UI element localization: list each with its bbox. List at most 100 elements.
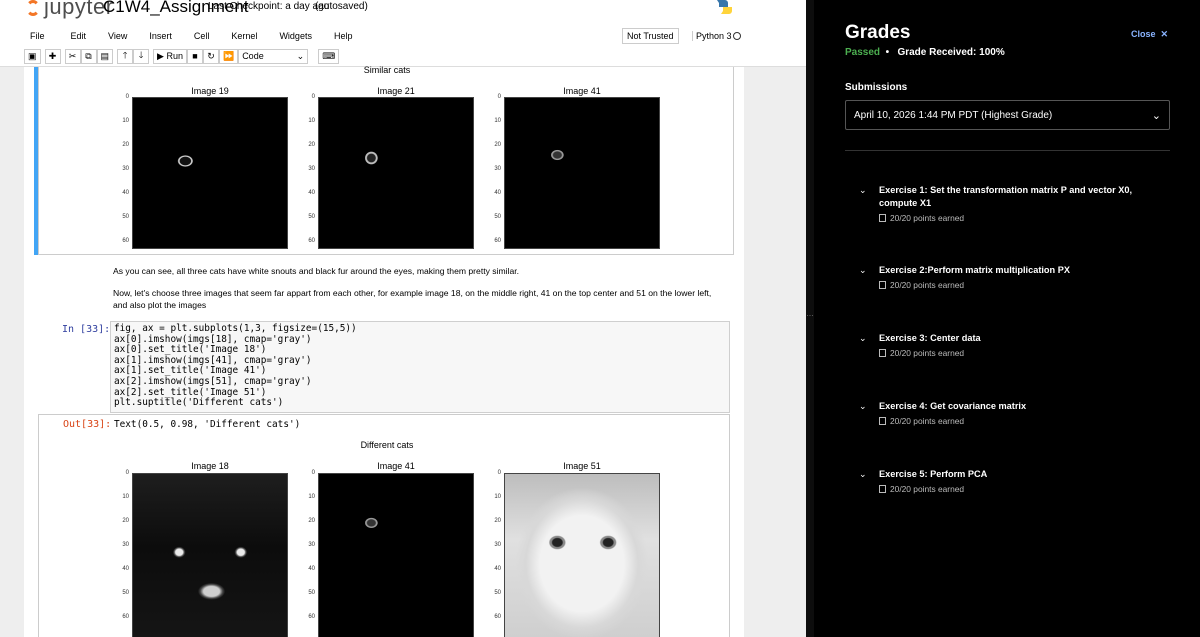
document-icon <box>879 485 886 493</box>
cell-type-select[interactable]: Code ⌄ <box>238 48 309 64</box>
y-tick: 60 <box>494 614 501 620</box>
markdown-paragraph: As you can see, all three cats have whit… <box>113 266 520 276</box>
jupyter-notebook-pane: jupyter C1W4_Assignment Last Checkpoint:… <box>0 0 806 637</box>
kernel-idle-icon <box>733 32 741 40</box>
submissions-heading: Submissions <box>845 82 908 93</box>
y-tick: 20 <box>122 518 129 524</box>
chevron-down-icon: ⌄ <box>859 333 867 343</box>
exercise-points: 20/20 points earned <box>879 213 964 223</box>
exercise-title: Exercise 2:Perform matrix multiplication… <box>879 265 1070 275</box>
save-button[interactable]: ▣ <box>24 48 41 64</box>
y-tick: 10 <box>308 494 315 500</box>
grade-status: Passed • Grade Received: 100% <box>845 47 1005 58</box>
restart-icon: ↻ <box>207 50 215 61</box>
move-up-button[interactable]: 🡑 <box>117 48 134 64</box>
y-tick: 30 <box>308 166 315 172</box>
y-tick: 40 <box>308 566 315 572</box>
python-logo-icon <box>717 0 732 14</box>
cat-image <box>504 473 660 637</box>
close-button[interactable]: Close ✕ <box>1131 29 1168 40</box>
y-tick: 30 <box>494 542 501 548</box>
y-tick: 50 <box>494 590 501 596</box>
copy-icon: ⧉ <box>85 50 92 61</box>
menu-kernel[interactable]: Kernel <box>225 31 263 41</box>
y-tick: 10 <box>494 494 501 500</box>
y-tick: 20 <box>494 518 501 524</box>
cat-image <box>132 97 288 249</box>
run-button[interactable]: ▶ Run <box>153 48 187 64</box>
y-tick: 20 <box>494 142 501 148</box>
menu-help[interactable]: Help <box>328 31 359 41</box>
copy-button[interactable]: ⧉ <box>80 48 97 64</box>
arrow-down-icon: 🡓 <box>138 50 144 60</box>
y-tick: 10 <box>308 118 315 124</box>
subplot-title: Image 41 <box>377 461 415 471</box>
y-tick: 50 <box>122 590 129 596</box>
y-tick: 50 <box>308 214 315 220</box>
y-tick: 60 <box>308 238 315 244</box>
grade-received: Grade Received: 100% <box>897 47 1005 58</box>
restart-button[interactable]: ↻ <box>202 48 219 64</box>
document-icon <box>879 214 886 222</box>
y-tick: 40 <box>122 566 129 572</box>
subplot-title: Image 19 <box>191 86 229 96</box>
document-icon <box>879 417 886 425</box>
chevron-down-icon: ⌄ <box>859 469 867 479</box>
y-tick: 30 <box>494 166 501 172</box>
exercise-title: Exercise 1: Set the transformation matri… <box>879 185 1133 208</box>
paste-icon: ▤ <box>100 50 110 61</box>
cat-image <box>132 473 288 637</box>
cat-image <box>318 97 474 249</box>
play-icon: ▶ <box>157 50 167 61</box>
chevron-down-icon: ⌄ <box>859 265 867 275</box>
jupyter-logo[interactable]: jupyter <box>26 0 114 20</box>
subplot-title: Image 41 <box>563 86 601 96</box>
grades-panel: Grades Close ✕ Passed • Grade Received: … <box>814 0 1200 637</box>
insert-cell-button[interactable]: ✚ <box>44 48 61 64</box>
menu-edit[interactable]: Edit <box>65 31 93 41</box>
cat-image <box>504 97 660 249</box>
kernel-name: Python 3 <box>692 31 732 41</box>
menu-cell[interactable]: Cell <box>188 31 216 41</box>
move-down-button[interactable]: 🡓 <box>133 48 150 64</box>
y-tick: 30 <box>122 542 129 548</box>
y-tick: 0 <box>125 94 129 100</box>
menu-view[interactable]: View <box>102 31 133 41</box>
y-tick: 40 <box>308 190 315 196</box>
divider <box>845 150 1170 151</box>
y-tick: 10 <box>122 494 129 500</box>
trust-indicator[interactable]: Not Trusted <box>622 28 679 44</box>
keyboard-icon: ⌨ <box>322 50 336 61</box>
grades-title: Grades <box>845 22 911 43</box>
menu-file[interactable]: File <box>24 31 51 41</box>
interrupt-button[interactable]: ■ <box>186 48 203 64</box>
code-editor[interactable]: fig, ax = plt.subplots(1,3, figsize=(15,… <box>110 321 730 413</box>
paste-button[interactable]: ▤ <box>96 48 114 64</box>
y-tick: 40 <box>494 190 501 196</box>
submission-select[interactable]: April 10, 2026 1:44 PM PDT (Highest Grad… <box>845 100 1170 130</box>
fast-forward-icon: ⏩ <box>222 50 235 61</box>
input-prompt: In [33]: <box>62 324 111 335</box>
y-tick: 30 <box>122 166 129 172</box>
command-palette-button[interactable]: ⌨ <box>318 48 340 64</box>
arrow-up-icon: 🡑 <box>122 50 128 60</box>
figure-suptitle: Different cats <box>360 440 414 450</box>
y-tick: 60 <box>494 238 501 244</box>
notebook-toolbar: ▣ ✚ ✂ ⧉ ▤ 🡑 🡓 ▶ Run ■ ↻ ⏩ Code ⌄ ⌨ <box>24 48 340 64</box>
markdown-paragraph: Now, let's choose three images that seem… <box>113 288 712 310</box>
y-tick: 50 <box>308 590 315 596</box>
cut-button[interactable]: ✂ <box>64 48 81 64</box>
output-area: Out[33]: Text(0.5, 0.98, 'Different cats… <box>38 414 730 637</box>
y-tick: 30 <box>308 542 315 548</box>
document-icon <box>879 349 886 357</box>
y-tick: 0 <box>125 470 129 476</box>
stop-icon: ■ <box>192 51 198 61</box>
passed-label: Passed <box>845 47 881 58</box>
menu-widgets[interactable]: Widgets <box>273 31 318 41</box>
subplot-title: Image 18 <box>191 461 229 471</box>
exercise-points: 20/20 points earned <box>879 280 964 290</box>
chevron-down-icon: ⌄ <box>859 185 867 195</box>
notebook-header: jupyter C1W4_Assignment Last Checkpoint:… <box>0 0 806 67</box>
restart-run-all-button[interactable]: ⏩ <box>218 48 239 64</box>
menu-insert[interactable]: Insert <box>143 31 178 41</box>
